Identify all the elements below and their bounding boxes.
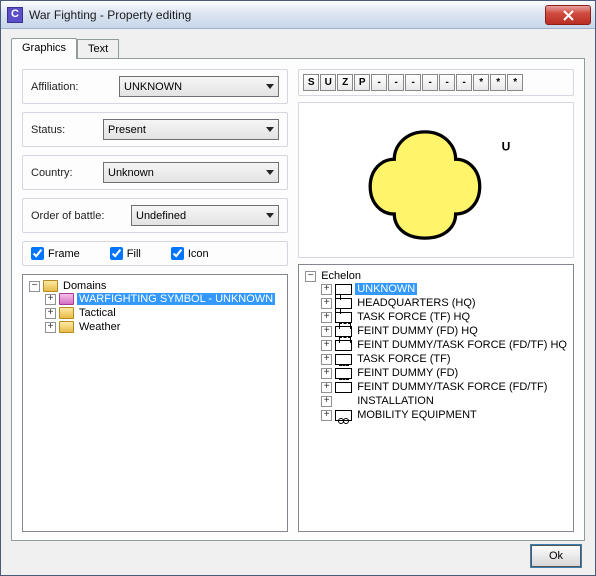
domains-tree[interactable]: − Domains + WARFIGHTING SYMBOL - UNKNOWN… — [22, 274, 288, 532]
code-cell[interactable]: S — [303, 74, 319, 91]
tree-item[interactable]: + FEINT DUMMY/TASK FORCE (FD/TF) — [321, 381, 569, 393]
code-cell[interactable]: Z — [337, 74, 353, 91]
expand-icon[interactable]: + — [321, 382, 332, 393]
tree-item[interactable]: + FEINT DUMMY (FD) — [321, 367, 569, 379]
echelon-tree[interactable]: − Echelon + UNKNOWN + HEADQUARTERS (HQ) … — [298, 264, 574, 532]
code-cell[interactable]: - — [422, 74, 438, 91]
app-icon — [7, 7, 23, 23]
echelon-root-node[interactable]: − Echelon — [305, 270, 569, 282]
dialog-window: War Fighting - Property editing Graphics… — [0, 0, 596, 576]
frame-checkbox[interactable]: Frame — [31, 247, 80, 260]
collapse-icon[interactable]: − — [305, 271, 316, 282]
domains-root-node[interactable]: − Domains — [29, 280, 283, 292]
code-cell[interactable]: - — [371, 74, 387, 91]
collapse-icon[interactable]: − — [29, 281, 40, 292]
symbol-code-row: SUZP------*** — [298, 69, 574, 96]
expand-icon[interactable]: + — [45, 294, 56, 305]
tab-panel: Affiliation: UNKNOWN Status: Present Cou… — [11, 58, 585, 541]
expand-icon[interactable]: + — [321, 368, 332, 379]
affiliation-row: Affiliation: UNKNOWN — [22, 69, 288, 104]
echelon-icon — [335, 340, 352, 351]
code-cell[interactable]: * — [490, 74, 506, 91]
tree-item[interactable]: + FEINT DUMMY (FD) HQ — [321, 325, 569, 337]
button-row: Ok — [11, 541, 585, 569]
client-area: Graphics Text Affiliation: UNKNOWN Statu… — [1, 29, 595, 575]
echelon-icon — [335, 410, 352, 421]
close-icon — [563, 10, 575, 21]
code-cell[interactable]: - — [388, 74, 404, 91]
code-cell[interactable]: * — [507, 74, 523, 91]
folder-icon — [59, 307, 74, 319]
code-cell[interactable]: * — [473, 74, 489, 91]
echelon-icon — [335, 312, 352, 323]
expand-icon[interactable]: + — [321, 284, 332, 295]
tabstrip: Graphics Text — [11, 37, 585, 58]
folder-icon — [59, 321, 74, 333]
icon-checkbox[interactable]: Icon — [171, 247, 209, 260]
tree-item[interactable]: + WARFIGHTING SYMBOL - UNKNOWN — [45, 293, 283, 305]
close-button[interactable] — [545, 5, 591, 25]
expand-icon[interactable]: + — [45, 308, 56, 319]
symbol-preview: U — [298, 102, 574, 258]
status-combo[interactable]: Present — [103, 119, 279, 140]
echelon-icon — [335, 382, 352, 393]
code-cell[interactable]: - — [456, 74, 472, 91]
code-cell[interactable]: U — [320, 74, 336, 91]
affiliation-combo[interactable]: UNKNOWN — [119, 76, 279, 97]
tree-item[interactable]: + Tactical — [45, 307, 283, 319]
svg-text:U: U — [502, 139, 511, 153]
expand-icon[interactable]: + — [321, 410, 332, 421]
oob-label: Order of battle: — [31, 210, 131, 222]
expand-icon[interactable]: + — [321, 340, 332, 351]
status-row: Status: Present — [22, 112, 288, 147]
folder-icon — [59, 293, 74, 305]
left-column: Affiliation: UNKNOWN Status: Present Cou… — [22, 69, 288, 532]
titlebar[interactable]: War Fighting - Property editing — [1, 1, 595, 29]
folder-icon — [43, 280, 58, 292]
tab-text[interactable]: Text — [77, 39, 119, 58]
fill-checkbox[interactable]: Fill — [110, 247, 141, 260]
affiliation-label: Affiliation: — [31, 81, 119, 93]
code-cell[interactable]: - — [405, 74, 421, 91]
oob-row: Order of battle: Undefined — [22, 198, 288, 233]
expand-icon[interactable]: + — [321, 326, 332, 337]
echelon-icon — [335, 326, 352, 337]
country-row: Country: Unknown — [22, 155, 288, 190]
tree-item[interactable]: + Weather — [45, 321, 283, 333]
code-cell[interactable]: - — [439, 74, 455, 91]
tree-item[interactable]: + TASK FORCE (TF) HQ — [321, 311, 569, 323]
echelon-icon — [335, 368, 352, 379]
tree-item[interactable]: + INSTALLATION — [321, 395, 569, 407]
tree-item[interactable]: + MOBILITY EQUIPMENT — [321, 409, 569, 421]
expand-icon[interactable]: + — [45, 322, 56, 333]
ok-button[interactable]: Ok — [531, 545, 581, 567]
oob-combo[interactable]: Undefined — [131, 205, 279, 226]
right-column: SUZP------*** U − Echelon — [298, 69, 574, 532]
expand-icon[interactable]: + — [321, 312, 332, 323]
code-cell[interactable]: P — [354, 74, 370, 91]
display-options-group: Frame Fill Icon — [22, 241, 288, 266]
window-title: War Fighting - Property editing — [29, 8, 545, 22]
country-combo[interactable]: Unknown — [103, 162, 279, 183]
echelon-icon — [335, 354, 352, 365]
tree-item[interactable]: + FEINT DUMMY/TASK FORCE (FD/TF) HQ — [321, 339, 569, 351]
expand-icon[interactable]: + — [321, 354, 332, 365]
tree-item[interactable]: + HEADQUARTERS (HQ) — [321, 297, 569, 309]
expand-icon[interactable]: + — [321, 396, 332, 407]
expand-icon[interactable]: + — [321, 298, 332, 309]
tab-graphics[interactable]: Graphics — [11, 38, 77, 59]
preview-svg: U — [299, 103, 573, 257]
tree-item[interactable]: + TASK FORCE (TF) — [321, 353, 569, 365]
tree-item[interactable]: + UNKNOWN — [321, 283, 569, 295]
